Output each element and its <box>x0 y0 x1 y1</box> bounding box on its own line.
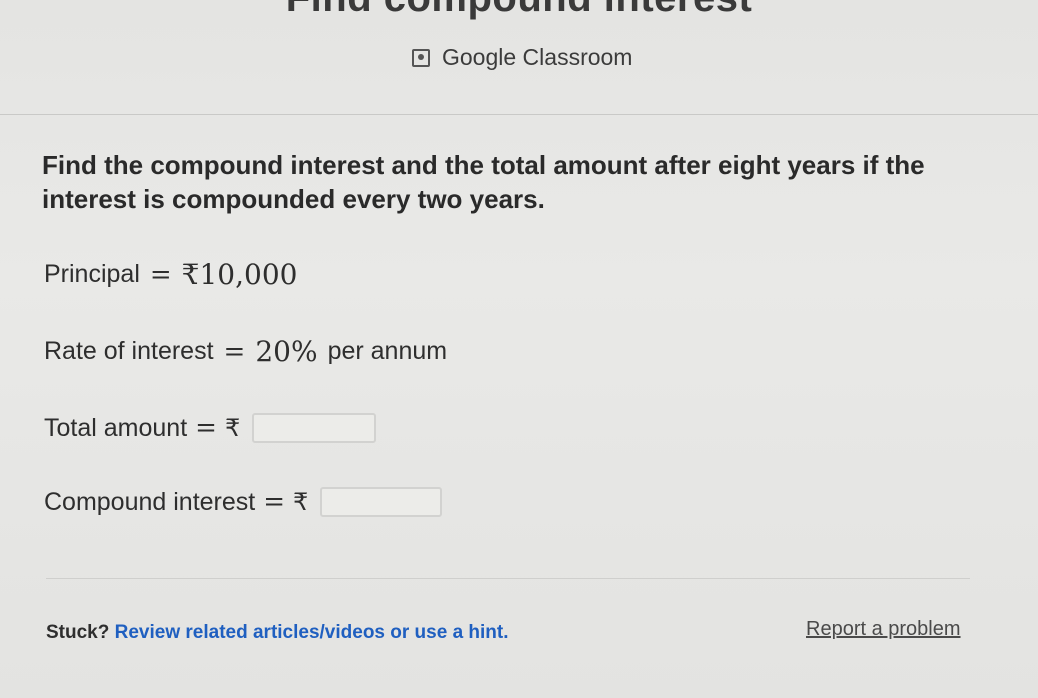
compound-interest-input[interactable] <box>320 487 443 517</box>
compound-interest-currency: ₹ <box>293 488 309 516</box>
rate-value: 20% <box>255 335 318 368</box>
total-amount-label: Total amount <box>44 413 188 442</box>
principal-label: Principal <box>44 260 140 288</box>
question-text: Find the compound interest and the total… <box>42 150 925 214</box>
total-amount-currency: ₹ <box>224 414 241 442</box>
google-classroom-icon <box>412 48 430 67</box>
principal-equals: = <box>149 259 172 290</box>
principal-row: Principal = ₹10,000 <box>44 258 297 291</box>
rate-unit: per annum <box>327 337 448 365</box>
help-bar: Stuck? Review related articles/videos or… <box>46 622 509 644</box>
compound-interest-row: Compound interest = ₹ <box>44 487 443 517</box>
rate-label: Rate of interest <box>44 337 214 365</box>
page-header: Find compound interest Google Classroom <box>0 0 1038 115</box>
google-classroom-button[interactable]: Google Classroom <box>412 44 632 71</box>
hint-link[interactable]: Review related articles/videos or use a … <box>115 622 509 643</box>
total-amount-equals: = <box>195 413 217 443</box>
google-classroom-label: Google Classroom <box>442 44 633 70</box>
report-problem-link[interactable]: Report a problem <box>806 618 961 641</box>
total-amount-row: Total amount = ₹ <box>44 413 377 443</box>
rate-equals: = <box>223 336 246 367</box>
footer-divider <box>46 578 970 579</box>
principal-value: ₹10,000 <box>181 258 298 291</box>
rate-row: Rate of interest = 20% per annum <box>44 335 447 368</box>
compound-interest-equals: = <box>263 487 286 517</box>
stuck-label: Stuck? <box>46 622 110 643</box>
page-title: Find compound interest <box>0 0 1038 21</box>
total-amount-input[interactable] <box>252 413 377 443</box>
compound-interest-label: Compound interest <box>44 487 256 516</box>
